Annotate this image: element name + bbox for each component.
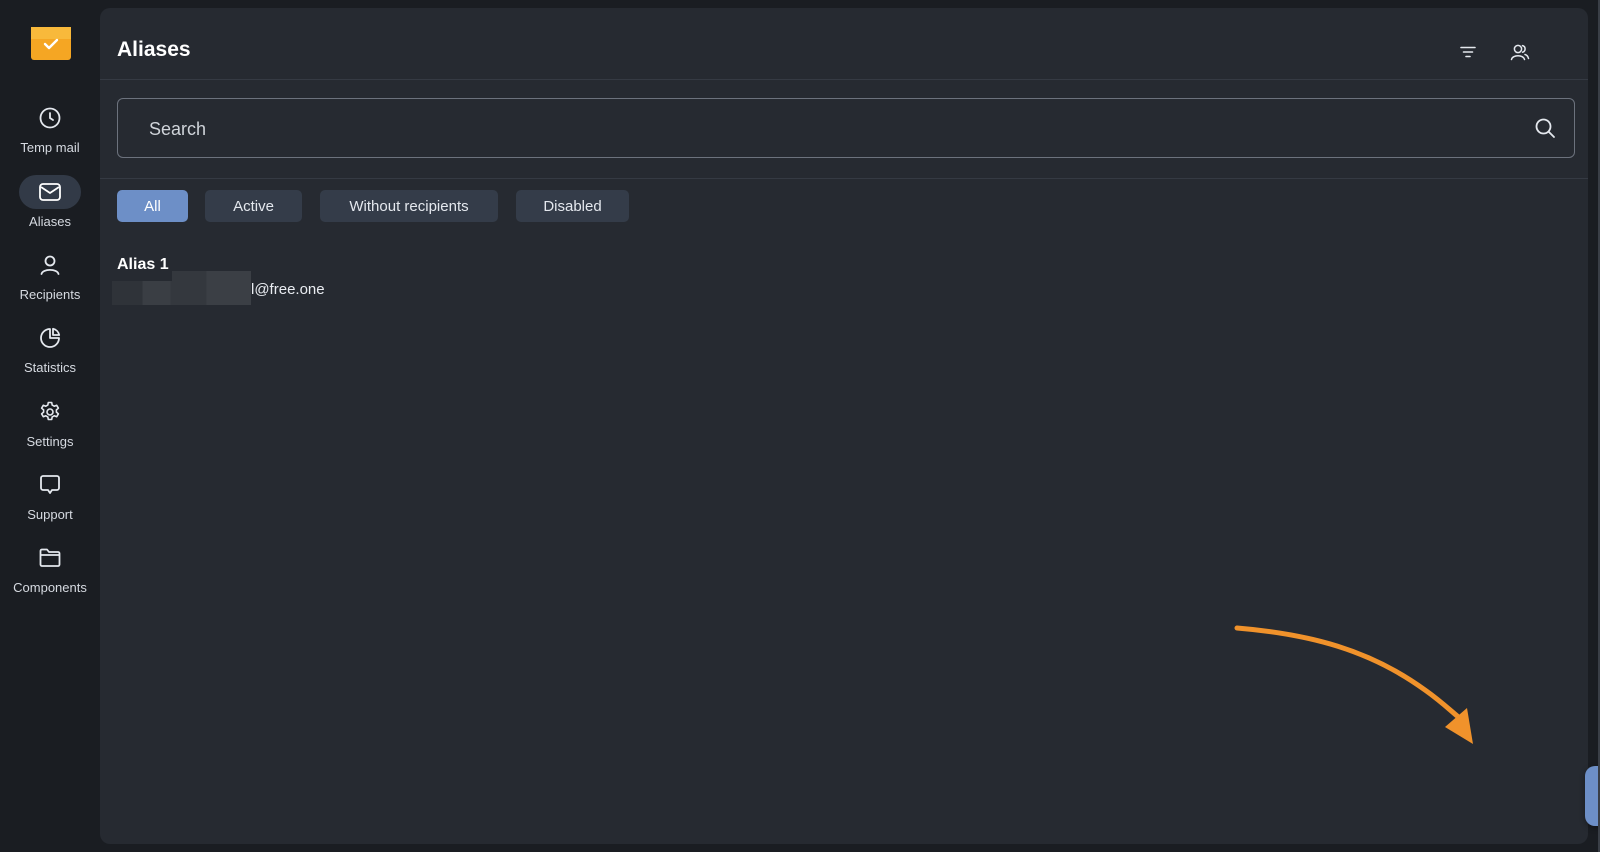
divider <box>100 178 1588 179</box>
chat-icon <box>19 468 81 502</box>
app-logo[interactable] <box>31 27 71 60</box>
clock-icon <box>19 101 81 135</box>
search-box <box>117 98 1575 159</box>
search-input[interactable] <box>147 99 1491 159</box>
page-title: Aliases <box>117 38 191 61</box>
filter-chip-without-recipients[interactable]: Without recipients <box>320 190 498 222</box>
sidebar-item-temp-mail[interactable]: Temp mail <box>0 101 100 173</box>
sidebar-item-label: Support <box>27 507 73 522</box>
sidebar-item-recipients[interactable]: Recipients <box>0 248 100 320</box>
alias-email: l@free.one <box>251 281 325 298</box>
filter-chip-active[interactable]: Active <box>205 190 302 222</box>
sidebar-item-label: Components <box>13 580 87 595</box>
pie-chart-icon <box>19 321 81 355</box>
sidebar-item-aliases[interactable]: Aliases <box>0 175 100 247</box>
filter-chip-disabled[interactable]: Disabled <box>516 190 629 222</box>
sidebar-item-label: Aliases <box>29 214 71 229</box>
sidebar-item-settings[interactable]: Settings <box>0 395 100 467</box>
sidebar-item-label: Temp mail <box>20 140 80 155</box>
alias-list-item[interactable]: Alias 1 l@free.one <box>112 252 417 306</box>
sidebar: Temp mail Aliases Recipients Statistics <box>0 0 100 852</box>
sidebar-item-components[interactable]: Components <box>0 541 100 613</box>
sidebar-item-statistics[interactable]: Statistics <box>0 321 100 393</box>
users-icon[interactable] <box>1509 41 1531 63</box>
filter-icon[interactable] <box>1457 41 1479 63</box>
mail-icon <box>19 175 81 209</box>
add-alias-button[interactable] <box>1585 766 1600 826</box>
page-header: Aliases <box>100 8 1588 80</box>
search-icon[interactable] <box>1534 117 1556 139</box>
sidebar-item-label: Statistics <box>23 360 76 375</box>
sidebar-item-label: Recipients <box>19 287 81 302</box>
sidebar-item-support[interactable]: Support <box>0 468 100 540</box>
checkmark-icon <box>43 38 59 50</box>
user-icon <box>19 248 81 282</box>
redacted-email-prefix <box>112 271 251 305</box>
app-window: Temp mail Aliases Recipients Statistics <box>0 0 1600 852</box>
filter-chip-all[interactable]: All <box>117 190 188 222</box>
gear-icon <box>19 395 81 429</box>
sidebar-item-label: Settings <box>26 434 74 449</box>
folder-icon <box>19 541 81 575</box>
annotation-arrow <box>1234 625 1473 744</box>
